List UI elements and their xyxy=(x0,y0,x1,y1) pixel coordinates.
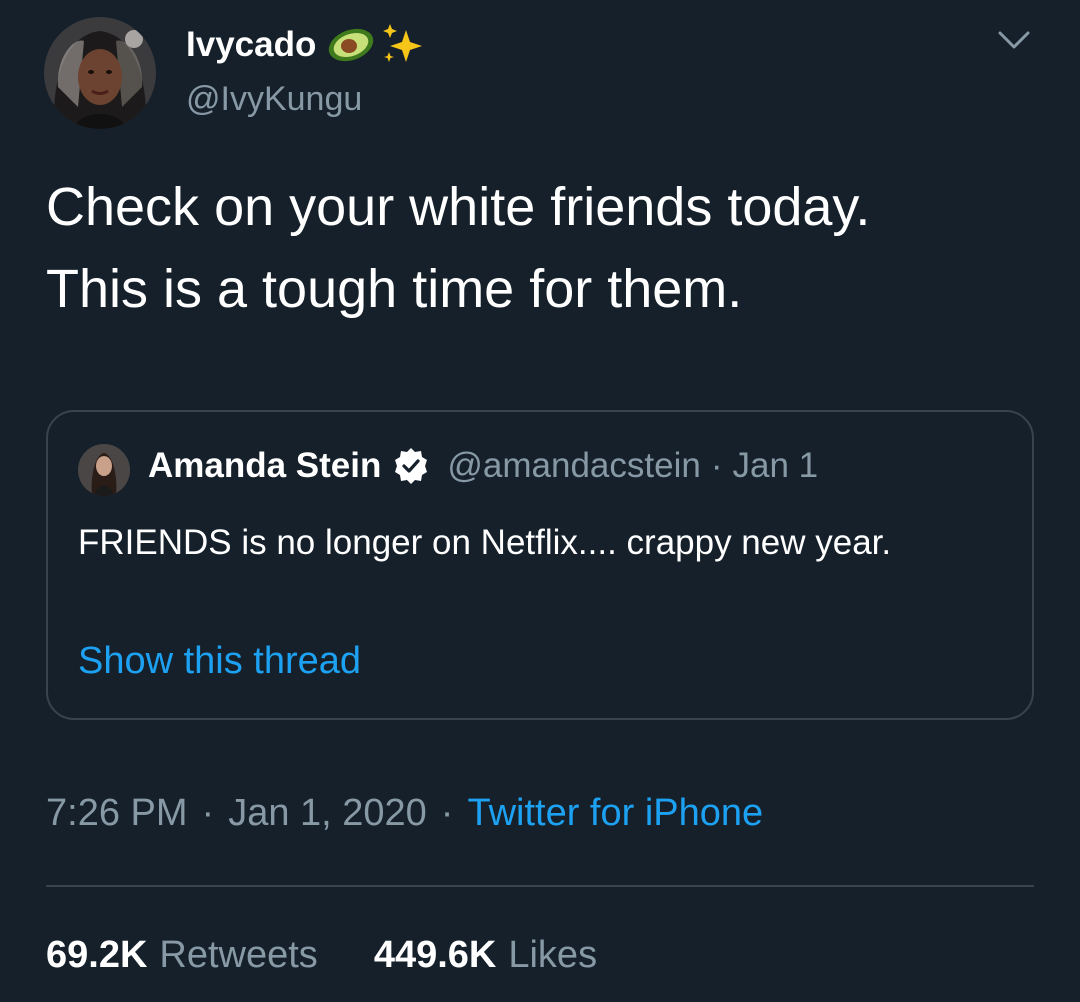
tweet-text-line-2: This is a tough time for them. xyxy=(46,259,743,319)
retweets-label: Retweets xyxy=(159,934,318,976)
meta-separator-1: · xyxy=(201,792,215,834)
quoted-author-name[interactable]: Amanda Stein xyxy=(148,446,381,486)
meta-separator-2: · xyxy=(440,792,454,834)
verified-badge-icon xyxy=(391,446,431,486)
tweet-time[interactable]: 7:26 PM xyxy=(46,792,188,835)
quoted-avatar-image xyxy=(78,444,130,496)
tweet-detail: Ivycado @IvyKungu Check on your white fr… xyxy=(0,0,1080,1002)
quoted-tweet-header: Amanda Stein @amandacstein · Jan 1 xyxy=(148,446,818,486)
likes-label: Likes xyxy=(508,934,598,976)
tweet-stats: 69.2K Retweets 449.6K Likes xyxy=(46,934,597,977)
tweet-text: Check on your white friends today. This … xyxy=(46,166,1046,330)
quoted-date: Jan 1 xyxy=(732,446,819,485)
quoted-tweet-text: FRIENDS is no longer on Netflix.... crap… xyxy=(78,523,892,562)
retweets-count: 69.2K xyxy=(46,934,148,976)
author-handle[interactable]: @IvyKungu xyxy=(186,80,362,119)
tweet-text-line-1: Check on your white friends today. xyxy=(46,177,871,237)
divider xyxy=(46,885,1034,887)
author-avatar[interactable] xyxy=(44,17,156,129)
chevron-down-icon[interactable] xyxy=(996,28,1032,52)
quoted-tweet-card[interactable]: Amanda Stein @amandacstein · Jan 1 FRIEN… xyxy=(46,410,1034,720)
likes-stat[interactable]: 449.6K Likes xyxy=(374,934,597,977)
author-avatar-image xyxy=(44,17,156,129)
tweet-date[interactable]: Jan 1, 2020 xyxy=(228,792,427,835)
quoted-author-handle[interactable]: @amandacstein xyxy=(447,446,700,486)
tweet-source-link[interactable]: Twitter for iPhone xyxy=(467,792,763,835)
author-name-text: Ivycado xyxy=(186,25,317,64)
avocado-icon xyxy=(329,28,374,62)
tweet-meta: 7:26 PM · Jan 1, 2020 · Twitter for iPho… xyxy=(46,792,763,835)
quoted-separator: · xyxy=(710,446,723,485)
author-display-name[interactable]: Ivycado xyxy=(186,22,426,68)
name-emojis xyxy=(326,22,426,68)
retweets-stat[interactable]: 69.2K Retweets xyxy=(46,934,318,977)
sparkles-icon xyxy=(383,24,423,62)
show-thread-link[interactable]: Show this thread xyxy=(78,640,361,683)
quoted-author-avatar[interactable] xyxy=(78,444,130,496)
likes-count: 449.6K xyxy=(373,934,497,976)
